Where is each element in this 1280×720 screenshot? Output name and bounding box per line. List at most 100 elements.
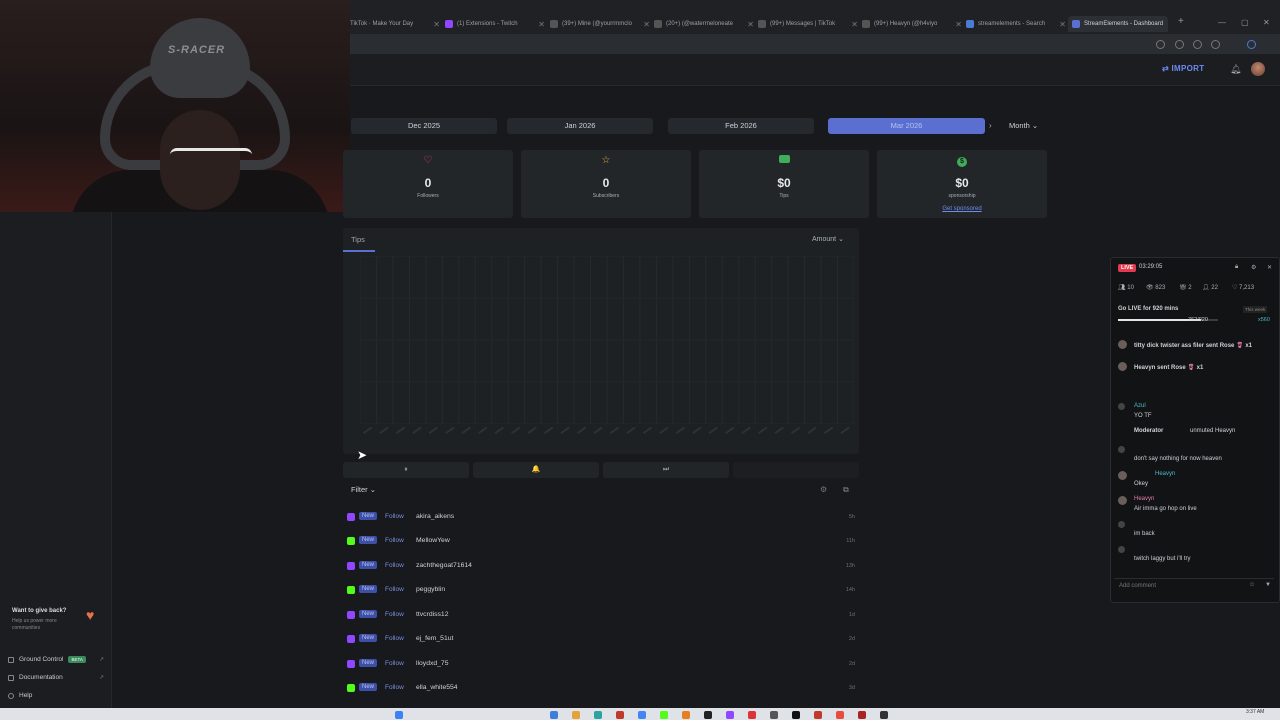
follower-name: akira_aikens <box>416 513 455 520</box>
avatar <box>1118 403 1125 410</box>
close-tab-icon[interactable]: ✕ <box>955 20 962 29</box>
external-link-icon[interactable]: ↗ <box>99 674 104 681</box>
maximize-button[interactable]: ▢ <box>1241 18 1249 27</box>
windows-start-icon[interactable] <box>395 711 403 719</box>
feed-row[interactable]: New Follow peggyblin 14h <box>343 581 859 601</box>
skip-button[interactable]: ⏭ <box>603 462 729 478</box>
settings-gear-icon[interactable]: ⚙ <box>820 485 827 494</box>
minimize-button[interactable]: — <box>1218 18 1226 27</box>
chat-username[interactable]: Heavyn <box>1134 496 1154 502</box>
browser-tab[interactable]: (1) Extensions - Twitch ✕ <box>445 16 545 32</box>
import-button[interactable]: ⇄ IMPORT <box>1162 64 1204 73</box>
taskbar-app-icon[interactable] <box>550 711 558 719</box>
sidebar-item-ground-control[interactable]: Ground Control BETA <box>8 656 86 663</box>
sidebar-item-help[interactable]: Help <box>8 692 32 699</box>
x-tick-label <box>807 426 817 434</box>
notifications-bell-icon[interactable]: 🔔︎ <box>1230 64 1241 75</box>
chat-username[interactable]: Azul <box>1134 403 1146 409</box>
mouse-cursor: ➤ <box>357 448 368 462</box>
feed-row[interactable]: New Follow ej_fem_51ut 2d <box>343 630 859 650</box>
goal-reward: x560 <box>1258 317 1270 323</box>
close-tab-icon[interactable]: ✕ <box>643 20 650 29</box>
taskbar-app-icon[interactable] <box>638 711 646 719</box>
popout-icon[interactable]: ⧉ <box>843 485 849 495</box>
comment-placeholder: Add comment <box>1119 583 1157 589</box>
x-tick-label <box>428 426 439 434</box>
pause-button[interactable]: ⏸ <box>343 462 469 478</box>
period-select[interactable]: Month ⌄ <box>1009 121 1038 130</box>
app-header <box>350 54 1280 86</box>
filter-dropdown[interactable]: Filter ⌄ <box>351 485 376 494</box>
event-time: 11h <box>846 538 855 544</box>
close-window-button[interactable]: ✕ <box>1263 18 1270 27</box>
x-tick-label <box>692 426 702 434</box>
browser-tab[interactable]: (99+) Heavyn (@h4viyo ✕ <box>862 16 962 32</box>
download-icon[interactable] <box>1193 40 1202 49</box>
lock-icon[interactable]: 🔒︎ <box>1235 264 1238 271</box>
chat-message-text: YO TF <box>1134 413 1152 419</box>
taskbar-app-icon[interactable] <box>616 711 624 719</box>
address-bar[interactable] <box>350 34 1280 54</box>
bookmark-star-icon[interactable] <box>1156 40 1165 49</box>
glasses <box>170 148 252 162</box>
alert-bell-button[interactable]: 🔔 <box>473 462 599 478</box>
close-tab-icon[interactable]: ✕ <box>433 20 440 29</box>
feed-row[interactable]: New Follow ella_white554 3d <box>343 679 859 699</box>
browser-tab[interactable]: TikTok · Make Your Day ✕ <box>350 16 440 32</box>
taskbar-app-icon[interactable] <box>792 711 800 719</box>
browser-tab[interactable]: (99+) Messages | TikTok ✕ <box>758 16 858 32</box>
close-tab-icon[interactable]: ✕ <box>1059 20 1066 29</box>
close-tab-icon[interactable]: ✕ <box>851 20 858 29</box>
external-link-icon[interactable]: ↗ <box>99 656 104 663</box>
month-mar-2026[interactable]: Mar 2026 <box>828 118 985 134</box>
close-tab-icon[interactable]: ✕ <box>1167 20 1168 29</box>
feed-row[interactable]: New Follow MellowYew 11h <box>343 532 859 552</box>
taskbar-app-icon[interactable] <box>880 711 888 719</box>
close-icon[interactable]: ✕ <box>1267 264 1272 271</box>
get-sponsored-link[interactable]: Get sponsored <box>877 206 1047 212</box>
browser-tab[interactable]: (20+) (@waterrneloneate ✕ <box>654 16 754 32</box>
month-jan-2026[interactable]: Jan 2026 <box>507 118 653 134</box>
browser-tab[interactable]: streamelements - Search ✕ <box>966 16 1066 32</box>
taskbar-app-icon[interactable] <box>594 711 602 719</box>
browser-tab[interactable]: (39+) Mine (@yourrmmclo ✕ <box>550 16 650 32</box>
taskbar-app-icon[interactable] <box>814 711 822 719</box>
live-badge: LIVE <box>1118 264 1137 272</box>
taskbar-app-icon[interactable] <box>748 711 756 719</box>
translate-icon[interactable] <box>1247 40 1256 49</box>
user-avatar[interactable] <box>1251 62 1265 76</box>
taskbar-app-icon[interactable] <box>682 711 690 719</box>
taskbar-app-icon[interactable] <box>858 711 866 719</box>
send-icon[interactable]: ▼ <box>1265 582 1271 588</box>
feed-row[interactable]: New Follow zachthegoat71614 13h <box>343 557 859 577</box>
profile-icon[interactable] <box>1211 40 1220 49</box>
taskbar-app-icon[interactable] <box>770 711 778 719</box>
taskbar-app-icon[interactable] <box>704 711 712 719</box>
follower-name: zachthegoat71614 <box>416 562 472 569</box>
extension-icon[interactable] <box>1175 40 1184 49</box>
taskbar-app-icon[interactable] <box>660 711 668 719</box>
sidebar-item-documentation[interactable]: Documentation <box>8 674 63 681</box>
month-dec-2025[interactable]: Dec 2025 <box>351 118 497 134</box>
settings-icon[interactable]: ⚙ <box>1251 264 1256 271</box>
emoji-icon[interactable]: ☺ <box>1249 582 1255 588</box>
feed-row[interactable]: New Follow akira_aikens 5h <box>343 508 859 528</box>
browser-tab-active[interactable]: StreamElements - Dashboard✕ <box>1068 16 1168 32</box>
x-tick-label <box>741 426 751 434</box>
metric-select[interactable]: Amount ⌄ <box>812 235 844 243</box>
chat-message-text: don't say nothing for now heaven <box>1134 456 1222 462</box>
month-feb-2026[interactable]: Feb 2026 <box>668 118 814 134</box>
chat-username[interactable]: Heavyn <box>1155 471 1175 477</box>
new-tab-button[interactable]: + <box>1178 16 1184 27</box>
close-tab-icon[interactable]: ✕ <box>747 20 754 29</box>
taskbar-app-icon[interactable] <box>726 711 734 719</box>
feed-row[interactable]: New Follow ttvcrdiss12 1d <box>343 606 859 626</box>
tab-tips[interactable]: Tips <box>351 235 365 244</box>
feed-row[interactable]: New Follow lloydxd_75 2d <box>343 655 859 675</box>
close-tab-icon[interactable]: ✕ <box>538 20 545 29</box>
taskbar-app-icon[interactable] <box>572 711 580 719</box>
follower-name: ej_fem_51ut <box>416 635 454 642</box>
taskbar-app-icon[interactable] <box>836 711 844 719</box>
x-tick-label <box>758 426 768 434</box>
chevron-right-icon[interactable]: › <box>989 121 992 130</box>
